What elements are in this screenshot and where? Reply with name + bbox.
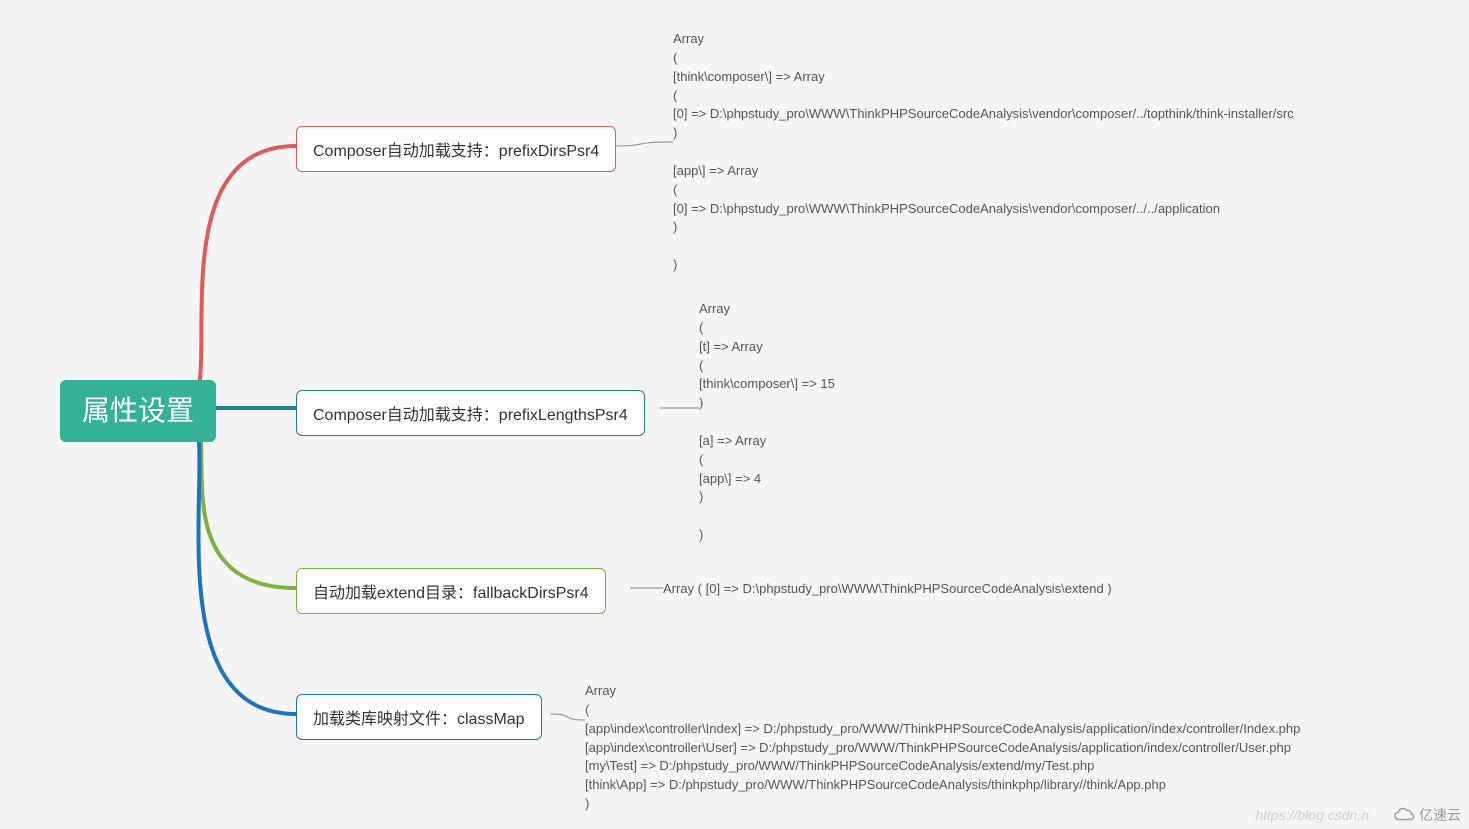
leaf-classMap-value: Array ( [app\index\controller\Index] => … bbox=[585, 682, 1300, 814]
leaf-prefixDirsPsr4-value: Array ( [think\composer\] => Array ( [0]… bbox=[673, 30, 1294, 275]
watermark-csdn: https://blog.csdn.n bbox=[1255, 807, 1369, 823]
node-prefixLengthsPsr4[interactable]: Composer自动加载支持：prefixLengthsPsr4 bbox=[296, 390, 645, 436]
node-prefixDirsPsr4[interactable]: Composer自动加载支持：prefixDirsPsr4 bbox=[296, 126, 616, 172]
node-classMap[interactable]: 加载类库映射文件：classMap bbox=[296, 694, 542, 740]
leaf-fallbackDirsPsr4-value: Array ( [0] => D:\phpstudy_pro\WWW\Think… bbox=[663, 580, 1112, 599]
node-fallbackDirsPsr4[interactable]: 自动加载extend目录：fallbackDirsPsr4 bbox=[296, 568, 606, 614]
leaf-prefixLengthsPsr4-value: Array ( [t] => Array ( [think\composer\]… bbox=[699, 300, 835, 545]
cloud-icon bbox=[1393, 806, 1415, 824]
watermark-yisu: 亿速云 bbox=[1393, 805, 1461, 825]
root-node[interactable]: 属性设置 bbox=[60, 380, 216, 442]
watermark-text: 亿速云 bbox=[1419, 805, 1461, 825]
mindmap-canvas[interactable]: 属性设置 Composer自动加载支持：prefixDirsPsr4 Compo… bbox=[0, 0, 1469, 829]
